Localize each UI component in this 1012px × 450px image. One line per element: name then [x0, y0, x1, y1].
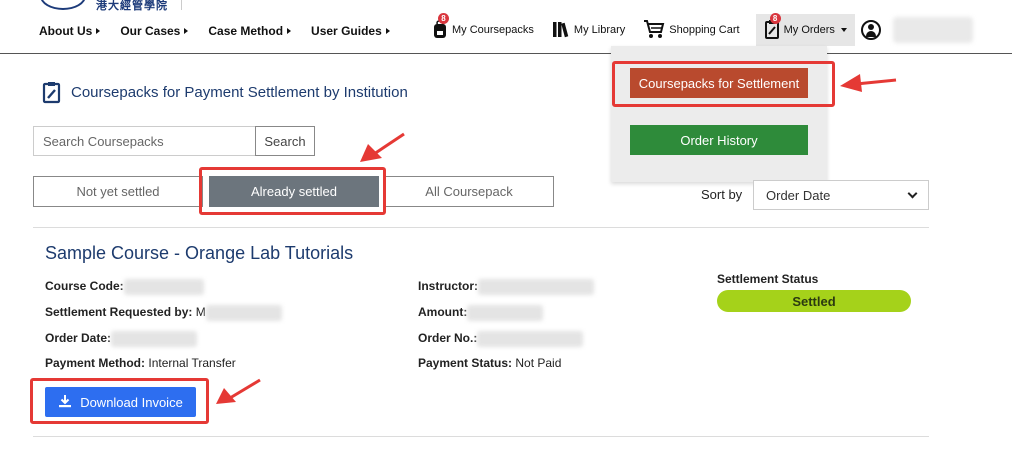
user-nav: 8 My Coursepacks My Library Shopping Car…: [430, 12, 973, 46]
order-date-field: Order Date:: [45, 331, 198, 347]
logo-divider: [181, 0, 182, 10]
list-divider-top: [33, 227, 929, 228]
amount-field: Amount:: [418, 305, 544, 321]
order-history-button[interactable]: Order History: [630, 125, 808, 155]
user-avatar-icon[interactable]: [860, 20, 881, 40]
nav-about-us[interactable]: About Us: [39, 24, 101, 38]
course-title[interactable]: Sample Course - Orange Lab Tutorials: [45, 243, 353, 264]
user-name-redacted[interactable]: [892, 17, 973, 43]
nav-user-guides[interactable]: User Guides: [311, 24, 390, 38]
caret-down-icon: [840, 28, 847, 32]
sort-label: Sort by: [701, 187, 743, 202]
logo[interactable]: 港大經管學院: [40, 0, 190, 12]
library-icon: [552, 20, 570, 41]
page-title: Coursepacks for Payment Settlement by In…: [42, 80, 408, 104]
logo-wordmark: 港大經管學院: [96, 0, 168, 12]
page-title-text: Coursepacks for Payment Settlement by In…: [71, 83, 408, 101]
chevron-down-icon: [907, 188, 918, 198]
requester-redacted: [205, 305, 282, 321]
nav-case-method[interactable]: Case Method: [208, 24, 292, 38]
backpack-icon: 8: [432, 12, 449, 42]
header-divider: [0, 53, 1012, 54]
coursepacks-for-settlement-button[interactable]: Coursepacks for Settlement: [630, 68, 808, 98]
sort-selected-value: Order Date: [766, 187, 831, 203]
tab-all-coursepack[interactable]: All Coursepack: [384, 176, 554, 207]
nav-my-library[interactable]: My Library: [550, 14, 627, 46]
order-date-redacted: [111, 331, 198, 347]
nav-my-coursepacks[interactable]: 8 My Coursepacks: [430, 12, 536, 46]
cart-icon: [643, 19, 665, 42]
payment-status-field: Payment Status: Not Paid: [418, 356, 562, 370]
orders-clipboard-icon: 8: [764, 12, 781, 42]
sort-select[interactable]: Order Date: [753, 180, 929, 210]
main-nav: About Us Our Cases Case Method User Guid…: [39, 24, 390, 38]
coursepacks-badge: 8: [438, 12, 449, 24]
nav-shopping-cart[interactable]: Shopping Cart: [641, 14, 741, 46]
status-badge: Settled: [717, 290, 911, 312]
nav-my-orders[interactable]: 8 My Orders: [755, 12, 855, 46]
caret-right-icon: [184, 28, 189, 34]
search-button[interactable]: Search: [255, 126, 315, 156]
order-number-field: Order No.:: [418, 331, 584, 347]
instructor-redacted: [478, 279, 594, 295]
payment-method-field: Payment Method: Internal Transfer: [45, 356, 236, 370]
nav-our-cases[interactable]: Our Cases: [120, 24, 189, 38]
search-input[interactable]: [33, 126, 256, 156]
order-number-redacted: [477, 331, 584, 347]
download-invoice-button[interactable]: Download Invoice: [45, 387, 196, 417]
course-code-redacted: [123, 279, 204, 295]
list-divider-bottom: [33, 436, 929, 437]
annotation-arrow-download-icon: [216, 378, 261, 404]
caret-right-icon: [385, 28, 390, 34]
caret-right-icon: [96, 28, 101, 34]
amount-redacted: [467, 305, 544, 321]
tab-already-settled[interactable]: Already settled: [209, 176, 379, 207]
caret-right-icon: [287, 28, 292, 34]
orders-dropdown-menu: Coursepacks for Settlement Order History: [611, 46, 827, 182]
download-icon: [58, 394, 72, 411]
settlement-requested-field: Settlement Requested by: M: [45, 305, 282, 321]
clipboard-edit-icon: [42, 80, 62, 104]
tab-not-yet-settled[interactable]: Not yet settled: [33, 176, 203, 207]
settlement-status-label: Settlement Status: [717, 272, 819, 286]
course-code-field: Course Code:: [45, 279, 204, 295]
annotation-arrow-tab-icon: [360, 132, 405, 162]
logo-emblem: [40, 0, 86, 10]
annotation-arrow-settlement-icon: [840, 74, 897, 92]
orders-badge: 8: [769, 12, 781, 24]
instructor-field: Instructor:: [418, 279, 594, 295]
